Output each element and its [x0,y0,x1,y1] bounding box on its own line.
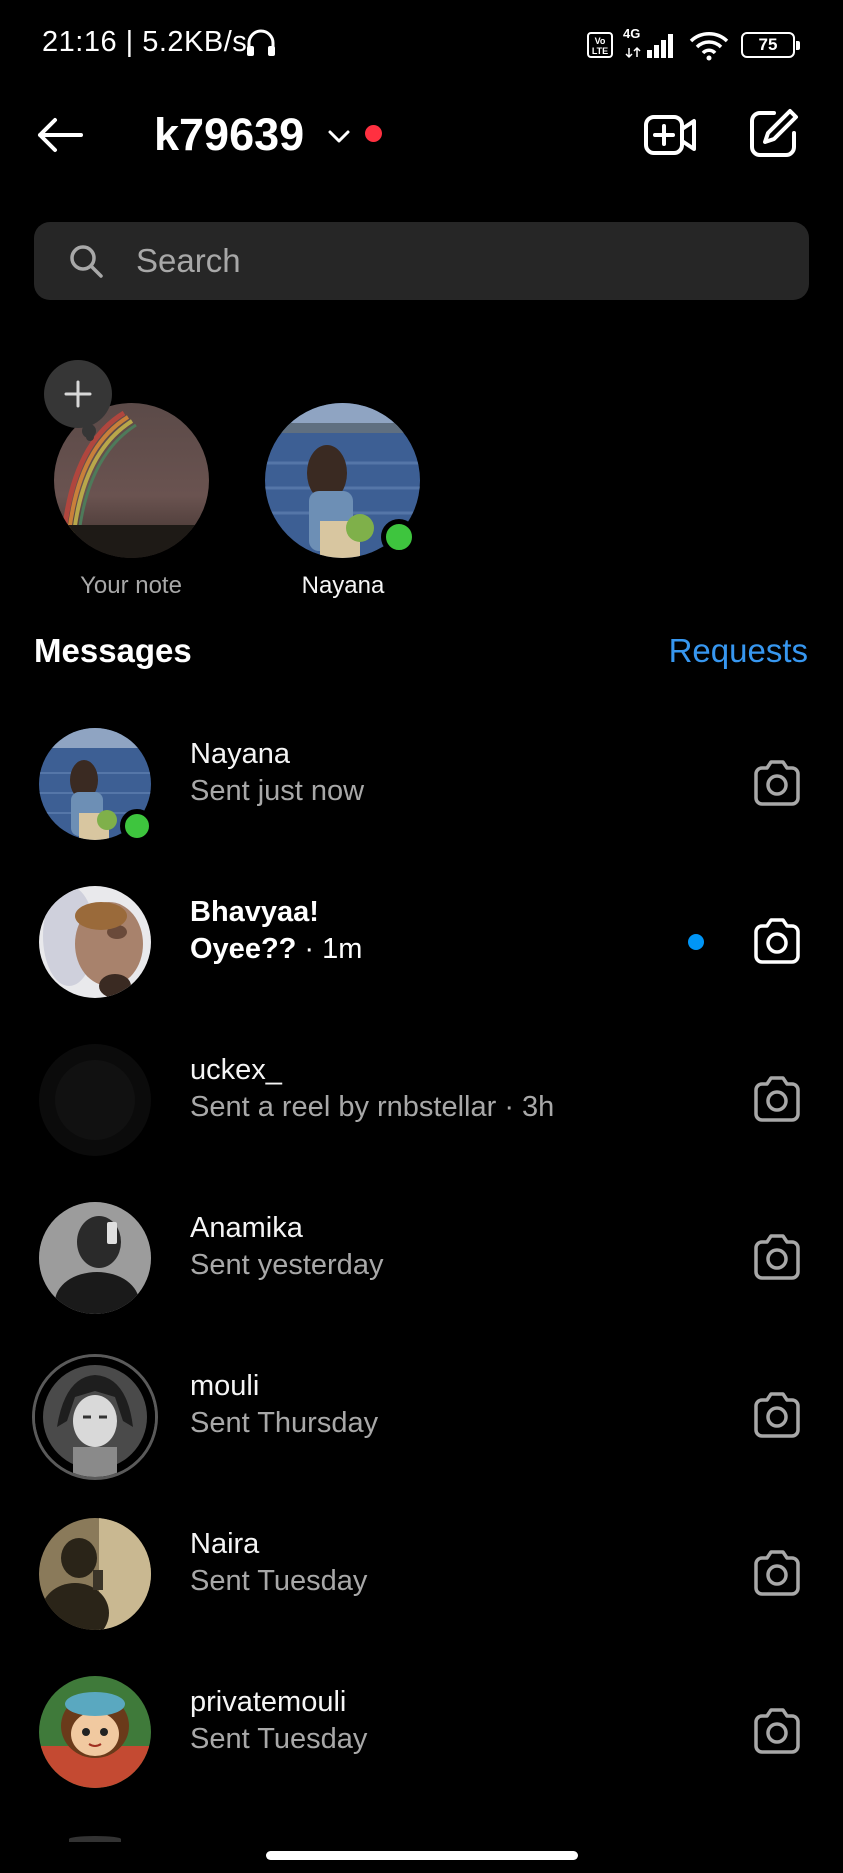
status-time: 21:16 | 5.2KB/s [42,26,248,58]
thread-subtitle: Sent Thursday [190,1407,379,1439]
avatar [39,886,151,998]
thread-subtitle-text: Oyee?? [190,933,297,965]
headset-icon [247,29,275,56]
status-indicators: Vo LTE 4G 75 [587,26,800,62]
thread-row[interactable]: uckex_ Sent a reel by rnbstellar · 3h [0,1026,843,1176]
thread-row[interactable]: privatemouli Sent Tuesday [0,1658,843,1808]
avatar [39,1676,151,1788]
avatar [39,1202,151,1314]
thread-row[interactable]: Nayana Sent just now [0,710,843,860]
chevron-down-icon[interactable] [326,123,352,149]
wifi-icon [689,32,729,61]
requests-link[interactable]: Requests [669,632,808,670]
compose-icon[interactable] [748,107,800,159]
thread-time: · 1m [296,933,363,965]
thread-subtitle: Sent just now [190,775,365,807]
home-indicator[interactable] [266,1851,578,1860]
header: k79639 [0,95,843,175]
thread-name: Naira [190,1528,260,1560]
thread-name: Nayana [190,738,290,770]
search-icon [70,245,103,278]
avatar [39,1518,151,1630]
thread-name: Bhavyaa! [190,896,319,928]
back-button[interactable] [34,113,86,157]
plus-icon [64,380,92,408]
account-switcher[interactable]: k79639 [154,107,304,163]
thread-name: uckex_ [190,1054,282,1086]
thread-row[interactable]: Bhavyaa! Oyee?? · 1m [0,868,843,1018]
volte-badge: Vo LTE [587,32,613,58]
search-input[interactable] [136,242,736,280]
video-plus-icon[interactable] [642,109,698,161]
avatar [32,1354,158,1480]
camera-icon[interactable] [752,918,802,964]
camera-icon[interactable] [752,1550,802,1596]
camera-icon[interactable] [752,1392,802,1438]
thread-name: Anamika [190,1212,303,1244]
messages-heading: Messages [34,632,192,669]
notification-dot [365,125,382,142]
camera-icon[interactable] [752,1708,802,1754]
thread-name: privatemouli [190,1686,347,1718]
thread-row[interactable]: mouli Sent Thursday [0,1342,843,1492]
camera-icon[interactable] [752,1234,802,1280]
status-bar: 21:16 | 5.2KB/s Vo LTE 4G 75 [0,0,843,90]
online-indicator [120,809,154,843]
thread-name: mouli [190,1370,260,1402]
avatar [69,1836,121,1842]
thread-row[interactable]: Naira Sent Tuesday [0,1500,843,1650]
your-note-label: Your note [80,572,182,599]
online-indicator [381,519,417,555]
unread-indicator [688,934,704,950]
camera-icon[interactable] [752,760,802,806]
signal-icon: 4G [623,26,677,60]
camera-icon[interactable] [752,1076,802,1122]
thread-subtitle: Sent Tuesday [190,1723,368,1755]
battery-indicator: 75 [741,32,800,58]
add-note-button[interactable] [44,360,112,428]
thread-subtitle: Sent yesterday [190,1249,384,1281]
direct-messages-screen: 21:16 | 5.2KB/s Vo LTE 4G 75 k79639 Sear… [0,0,843,1873]
search-bar[interactable] [34,222,809,300]
back-arrow-icon [38,118,83,152]
avatar [39,1044,151,1156]
thread-subtitle: Sent Tuesday [190,1565,368,1597]
thread-subtitle: Oyee?? · 1m [190,933,362,966]
nayana-note-label: Nayana [301,572,385,599]
thread-row[interactable]: Anamika Sent yesterday [0,1184,843,1334]
thread-subtitle: Sent a reel by rnbstellar · 3h [190,1091,555,1123]
